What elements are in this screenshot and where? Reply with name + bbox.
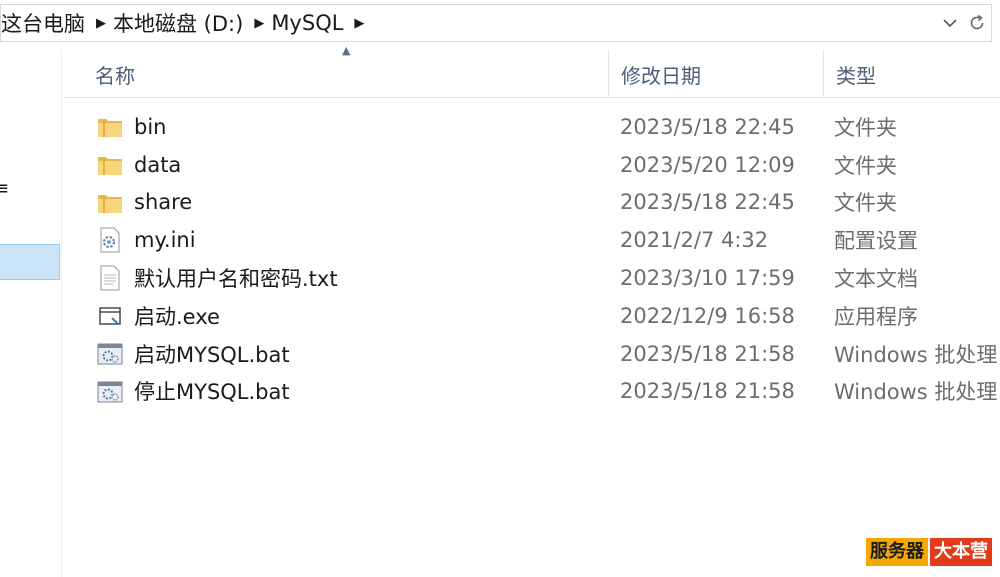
column-header-date[interactable]: 修改日期 [608,50,823,98]
exe-file-icon [96,303,124,329]
breadcrumb-mysql[interactable]: MySQL [271,11,347,35]
file-type: 文件夹 [834,191,897,216]
nav-item-fragment[interactable]: ≡ [0,178,9,199]
refresh-button[interactable] [963,5,991,41]
file-list: bin 2023/5/18 22:45 文件夹 data 2023/5/20 1… [64,108,1000,410]
watermark-part-1: 服务器 [866,538,928,566]
file-name: my.ini [134,228,196,253]
file-name: 默认用户名和密码.txt [134,267,338,292]
file-date: 2021/2/7 4:32 [620,228,769,253]
file-type: 应用程序 [834,304,918,329]
file-row[interactable]: bin 2023/5/18 22:45 文件夹 [64,108,1000,146]
column-header-type[interactable]: 类型 [823,50,1000,98]
watermark-logo: 服务器 大本营 [866,538,992,566]
file-name: 启动.exe [134,304,220,329]
file-row[interactable]: my.ini 2021/2/7 4:32 配置设置 [64,221,1000,259]
breadcrumb-local-disk-d[interactable]: 本地磁盘 (D:) [113,8,247,38]
breadcrumb-this-pc[interactable]: 这台电脑 [1,8,89,38]
file-type: 配置设置 [834,229,918,254]
file-name: 启动MYSQL.bat [134,342,290,367]
file-date: 2023/5/18 22:45 [620,114,795,139]
text-file-icon [96,265,124,291]
breadcrumb: 这台电脑 ▶ 本地磁盘 (D:) ▶ MySQL ▶ [1,5,937,41]
config-file-icon [96,227,124,253]
file-row[interactable]: share 2023/5/18 22:45 文件夹 [64,184,1000,222]
batch-file-icon [96,341,124,367]
address-bar[interactable]: 这台电脑 ▶ 本地磁盘 (D:) ▶ MySQL ▶ [0,4,992,42]
file-name: share [134,190,193,215]
file-type: Windows 批处理 [834,380,998,405]
file-date: 2023/5/18 21:58 [620,341,795,366]
file-name: 停止MYSQL.bat [134,380,290,405]
file-name: data [134,152,182,177]
chevron-right-icon[interactable]: ▶ [89,16,113,31]
column-header-name[interactable]: 名称 [95,50,608,98]
chevron-right-icon[interactable]: ▶ [247,16,271,31]
watermark-part-2: 大本营 [930,538,992,566]
file-date: 2023/5/18 22:45 [620,190,795,215]
folder-icon [96,190,124,216]
file-date: 2023/5/18 21:58 [620,379,795,404]
file-date: 2023/3/10 17:59 [620,266,795,291]
file-name: bin [134,114,167,139]
refresh-icon [970,14,984,30]
file-date: 2023/5/20 12:09 [620,152,795,177]
file-row[interactable]: 停止MYSQL.bat 2023/5/18 21:58 Windows 批处理 [64,373,1000,411]
folder-icon [96,152,124,178]
nav-item-selected[interactable] [0,244,60,280]
file-type: 文本文档 [834,267,918,292]
address-history-dropdown-button[interactable] [937,5,963,41]
file-type: 文件夹 [834,115,897,140]
column-headers: ▲ 名称 修改日期 类型 [64,44,1000,98]
file-row[interactable]: 启动MYSQL.bat 2023/5/18 21:58 Windows 批处理 [64,335,1000,373]
file-date: 2022/12/9 16:58 [620,303,795,328]
file-type: Windows 批处理 [834,342,998,367]
file-row[interactable]: 启动.exe 2022/12/9 16:58 应用程序 [64,297,1000,335]
navigation-pane[interactable]: ≡ [0,50,62,577]
chevron-right-icon[interactable]: ▶ [347,16,371,31]
file-row[interactable]: data 2023/5/20 12:09 文件夹 [64,146,1000,184]
file-row[interactable]: 默认用户名和密码.txt 2023/3/10 17:59 文本文档 [64,259,1000,297]
file-type: 文件夹 [834,153,897,178]
folder-icon [96,114,124,140]
batch-file-icon [96,379,124,405]
chevron-down-icon [943,19,957,28]
